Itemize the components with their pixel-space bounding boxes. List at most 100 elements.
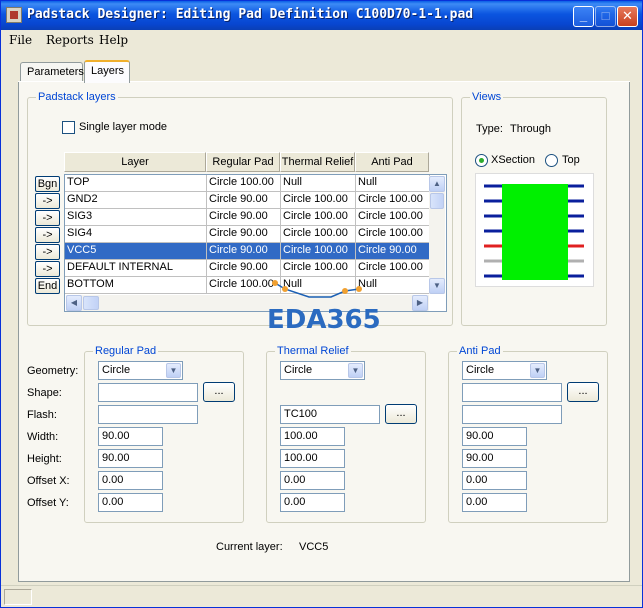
layer-row-button[interactable]: ->	[35, 244, 60, 260]
regular-pad-offset-y-input[interactable]: 0.00	[98, 493, 163, 512]
anti-pad-offset-x-input[interactable]: 0.00	[462, 471, 527, 490]
layer-row-button[interactable]: ->	[35, 210, 60, 226]
grid-cell[interactable]: BOTTOM	[65, 277, 207, 294]
grid-cell[interactable]: Circle 100.00	[281, 260, 356, 277]
grid-cell[interactable]: Circle 90.00	[207, 260, 281, 277]
height-label: Height:	[27, 453, 62, 465]
grid-cell[interactable]: Circle 100.00	[356, 192, 430, 209]
anti-pad-geometry-select[interactable]: Circle ▼	[462, 361, 547, 380]
grid-cell[interactable]: Circle 90.00	[356, 243, 430, 260]
grid-vertical-scroll-thumb[interactable]	[430, 193, 444, 209]
app-icon[interactable]	[6, 7, 22, 23]
header-anti-pad[interactable]: Anti Pad	[355, 152, 429, 172]
chevron-down-icon[interactable]: ▼	[166, 363, 181, 378]
grid-cell[interactable]: DEFAULT INTERNAL	[65, 260, 207, 277]
header-layer[interactable]: Layer	[64, 152, 206, 172]
chevron-down-icon[interactable]: ▼	[348, 363, 363, 378]
grid-cell[interactable]: Circle 100.00	[281, 243, 356, 260]
route-overlay-graphic	[272, 280, 362, 298]
thermal-relief-width-input[interactable]: 100.00	[280, 427, 345, 446]
scroll-right-button[interactable]: ▶	[412, 295, 428, 311]
regular-pad-height-input[interactable]: 90.00	[98, 449, 163, 468]
watermark-logo: EDA365	[267, 305, 381, 335]
single-layer-mode-checkbox[interactable]	[62, 121, 75, 134]
header-regular-pad[interactable]: Regular Pad	[206, 152, 280, 172]
xsection-view	[475, 173, 594, 287]
minimize-button[interactable]: _	[573, 6, 594, 27]
xsection-diagram	[484, 184, 584, 280]
anti-pad-shape-browse-button[interactable]: ...	[567, 382, 599, 402]
grid-cell[interactable]: Circle 100.00	[356, 226, 430, 243]
thermal-relief-height-input[interactable]: 100.00	[280, 449, 345, 468]
grid-cell[interactable]: Circle 100.00	[207, 175, 281, 192]
padstack-layers-label: Padstack layers	[36, 91, 118, 103]
thermal-relief-flash-input[interactable]: TC100	[280, 405, 380, 424]
regular-pad-offset-x-input[interactable]: 0.00	[98, 471, 163, 490]
thermal-relief-flash-browse-button[interactable]: ...	[385, 404, 417, 424]
current-layer-value: VCC5	[299, 541, 329, 553]
xsection-radio[interactable]	[475, 154, 488, 167]
width-label: Width:	[27, 431, 59, 443]
header-thermal-relief[interactable]: Thermal Relief	[280, 152, 355, 172]
thermal-relief-offset-x-input[interactable]: 0.00	[280, 471, 345, 490]
close-button[interactable]: ✕	[617, 6, 638, 27]
layer-row-button[interactable]: ->	[35, 261, 60, 277]
grid-cell[interactable]: Circle 100.00	[281, 226, 356, 243]
anti-pad-height-input[interactable]: 90.00	[462, 449, 527, 468]
grid-cell[interactable]: SIG4	[65, 226, 207, 243]
grid-cell[interactable]: Circle 90.00	[207, 209, 281, 226]
thermal-relief-offset-y-input[interactable]: 0.00	[280, 493, 345, 512]
status-bar	[1, 585, 642, 607]
layer-row-button[interactable]: ->	[35, 193, 60, 209]
regular-pad-width-input[interactable]: 90.00	[98, 427, 163, 446]
regular-pad-geometry-select[interactable]: Circle ▼	[98, 361, 183, 380]
top-radio[interactable]	[545, 154, 558, 167]
grid-cell[interactable]: Circle 90.00	[207, 192, 281, 209]
grid-cell[interactable]: Circle 100.00	[356, 260, 430, 277]
grid-horizontal-scroll-thumb[interactable]	[83, 296, 99, 310]
grid-cell[interactable]: Circle 90.00	[207, 243, 281, 260]
title-bar[interactable]: Padstack Designer: Editing Pad Definitio…	[1, 1, 642, 30]
scroll-up-button[interactable]: ▲	[429, 176, 445, 192]
regular-pad-geometry-value: Circle	[102, 364, 131, 376]
tab-layers[interactable]: Layers	[84, 60, 130, 83]
layers-grid[interactable]: TOP Circle 100.00 Null Null GND2 Circle 90.00…	[64, 174, 447, 312]
views-label: Views	[470, 91, 504, 103]
menu-bar: File Reports Help	[1, 30, 642, 50]
padstack-designer-window: Padstack Designer: Editing Pad Definitio…	[0, 0, 643, 608]
layer-row-button[interactable]: End	[35, 278, 60, 294]
anti-pad-width-input[interactable]: 90.00	[462, 427, 527, 446]
menu-help[interactable]: Help	[99, 33, 128, 47]
grid-cell[interactable]: Null	[281, 175, 356, 192]
regular-pad-shape-browse-button[interactable]: ...	[203, 382, 235, 402]
chevron-down-icon[interactable]: ▼	[530, 363, 545, 378]
grid-cell[interactable]: VCC5	[65, 243, 207, 260]
regular-pad-shape-input[interactable]	[98, 383, 198, 402]
grid-cell[interactable]: TOP	[65, 175, 207, 192]
layer-row-button[interactable]: ->	[35, 227, 60, 243]
grid-cell[interactable]: Circle 100.00	[281, 192, 356, 209]
grid-cell[interactable]: Circle 100.00	[356, 209, 430, 226]
menu-file[interactable]: File	[9, 33, 32, 47]
maximize-button[interactable]: □	[595, 6, 616, 27]
grid-cell[interactable]: Null	[356, 175, 430, 192]
xsection-label: XSection	[491, 154, 536, 166]
anti-pad-geometry-value: Circle	[466, 364, 495, 376]
anti-pad-shape-input[interactable]	[462, 383, 562, 402]
type-label: Type:	[476, 123, 503, 135]
thermal-relief-label: Thermal Relief	[275, 345, 351, 357]
anti-pad-offset-y-input[interactable]: 0.00	[462, 493, 527, 512]
scroll-down-button[interactable]: ▼	[429, 278, 445, 294]
menu-reports[interactable]: Reports	[46, 33, 94, 47]
grid-cell[interactable]: SIG3	[65, 209, 207, 226]
regular-pad-flash-input[interactable]	[98, 405, 198, 424]
scroll-left-button[interactable]: ◀	[66, 295, 82, 311]
grid-cell[interactable]: Circle 90.00	[207, 226, 281, 243]
thermal-relief-geometry-select[interactable]: Circle ▼	[280, 361, 365, 380]
grid-cell[interactable]: Circle 100.00	[281, 209, 356, 226]
grid-cell[interactable]: GND2	[65, 192, 207, 209]
anti-pad-flash-input[interactable]	[462, 405, 562, 424]
layer-row-button[interactable]: Bgn	[35, 176, 60, 192]
shape-label: Shape:	[27, 387, 62, 399]
tab-parameters[interactable]: Parameters	[20, 62, 84, 82]
